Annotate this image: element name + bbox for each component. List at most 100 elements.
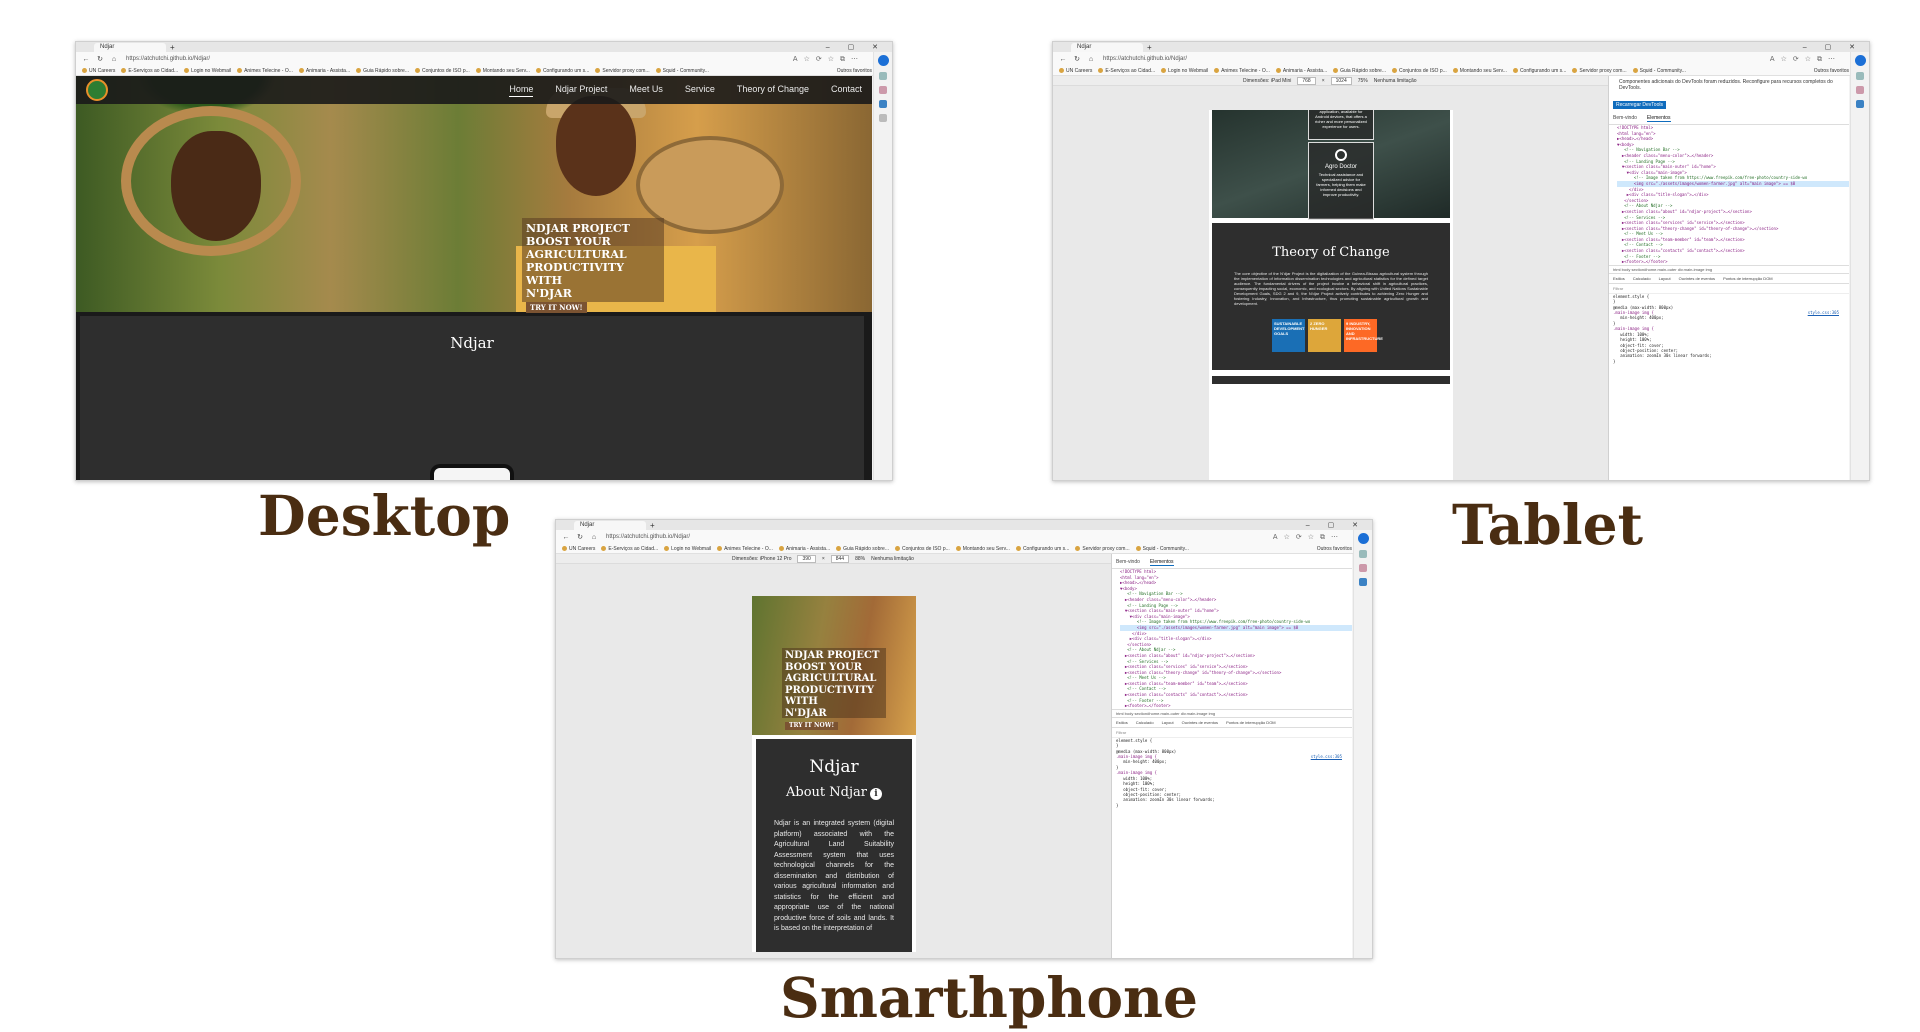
url-field[interactable]: https://atchutchi.github.io/Ndjar/	[606, 534, 690, 540]
tab-styles[interactable]: Estilos	[1613, 276, 1625, 281]
back-icon[interactable]: ←	[562, 534, 570, 541]
favorite-item[interactable]: Login no Webmail	[1161, 68, 1208, 74]
add-icon[interactable]	[879, 114, 887, 122]
back-icon[interactable]: ←	[1059, 56, 1067, 63]
zoom-select[interactable]: 88%	[855, 556, 865, 562]
tab-welcome[interactable]: Bem-vindo	[1613, 115, 1637, 122]
outlook-icon[interactable]	[879, 100, 887, 108]
search-icon[interactable]	[1856, 72, 1864, 80]
browser-tab[interactable]: Ndjar	[1071, 42, 1143, 52]
new-tab-icon[interactable]: +	[650, 521, 655, 530]
favorite-item[interactable]: Configurando um s...	[1512, 68, 1566, 74]
browser-tab[interactable]: Ndjar	[94, 42, 166, 52]
refresh-icon[interactable]: ↻	[576, 533, 584, 541]
tab-computed[interactable]: Calculado	[1633, 276, 1651, 281]
new-tab-icon[interactable]: +	[170, 43, 175, 52]
css-source-link[interactable]: style.css:305	[1311, 754, 1342, 759]
tools-icon[interactable]	[879, 86, 887, 94]
other-favorites[interactable]: Outros favoritos	[1317, 546, 1352, 552]
throttle-select[interactable]: Nenhuma limitação	[871, 556, 914, 562]
outlook-icon[interactable]	[1359, 578, 1367, 586]
styles-filter-input[interactable]: Filtrar	[1609, 284, 1849, 294]
refresh-icon[interactable]: ↻	[1073, 55, 1081, 63]
tab-event-listeners[interactable]: Ouvintes de eventos	[1182, 720, 1218, 725]
window-controls[interactable]: – ▢ ✕	[1803, 43, 1863, 51]
tab-layout[interactable]: Layout	[1659, 276, 1671, 281]
favorite-item[interactable]: Animaria - Assista...	[778, 546, 830, 552]
tab-dom-breakpoints[interactable]: Pontos de interrupção DOM	[1723, 276, 1773, 281]
favorite-item[interactable]: Squid - Community...	[1135, 546, 1189, 552]
favorite-item[interactable]: Animes Telecine - O...	[717, 546, 773, 552]
window-controls[interactable]: – ▢ ✕	[826, 43, 886, 51]
browser-tab[interactable]: Ndjar	[574, 520, 646, 530]
toolbar-icons[interactable]: A☆⟳☆⧉⋯	[1273, 533, 1344, 542]
copilot-icon[interactable]	[1854, 55, 1866, 66]
refresh-icon[interactable]: ↻	[96, 55, 104, 63]
zoom-select[interactable]: 75%	[1358, 78, 1368, 84]
tab-styles[interactable]: Estilos	[1116, 720, 1128, 725]
favorite-item[interactable]: UN Careers	[562, 546, 595, 552]
favorite-item[interactable]: E-Serviços ao Cidad...	[1098, 68, 1155, 74]
favorite-item[interactable]: UN Careers	[1059, 68, 1092, 74]
home-icon[interactable]: ⌂	[110, 56, 118, 63]
search-icon[interactable]	[1359, 550, 1367, 558]
tools-icon[interactable]	[1856, 86, 1864, 94]
back-icon[interactable]: ←	[82, 56, 90, 63]
nav-ndjar-project[interactable]: Ndjar Project	[555, 84, 607, 97]
nav-contact[interactable]: Contact	[831, 84, 862, 97]
favorite-item[interactable]: Montando seu Serv...	[475, 68, 530, 74]
dom-tree[interactable]: <!DOCTYPE html> <html lang="en"> ▶<head>…	[1609, 125, 1849, 265]
favorite-item[interactable]: Login no Webmail	[664, 546, 711, 552]
css-source-link[interactable]: style.css:305	[1808, 310, 1839, 315]
favorite-item[interactable]: Animaria - Assista...	[1275, 68, 1327, 74]
ndjar-logo[interactable]	[86, 79, 108, 101]
height-input[interactable]: 1024	[1330, 76, 1352, 85]
favorite-item[interactable]: Configurando um s...	[535, 68, 589, 74]
url-field[interactable]: https://atchutchi.github.io/Ndjar/	[1103, 56, 1187, 62]
copilot-icon[interactable]	[1357, 533, 1369, 544]
throttle-select[interactable]: Nenhuma limitação	[1374, 78, 1417, 84]
try-it-now-button[interactable]: TRY IT NOW!	[785, 722, 839, 730]
favorite-item[interactable]: Servidor proxy com...	[595, 68, 650, 74]
favorite-item[interactable]: E-Serviços ao Cidad...	[601, 546, 658, 552]
toolbar-icons[interactable]: A☆⟳☆⧉⋯	[1770, 55, 1841, 64]
favorite-item[interactable]: Servidor proxy com...	[1075, 546, 1130, 552]
width-input[interactable]: 768	[1297, 76, 1316, 85]
favorite-item[interactable]: Squid - Community...	[655, 68, 709, 74]
device-select[interactable]: Dimensões: iPhone 12 Pro	[732, 556, 791, 562]
device-select[interactable]: Dimensões: iPad Mini	[1243, 78, 1291, 84]
tab-computed[interactable]: Calculado	[1136, 720, 1154, 725]
search-icon[interactable]	[879, 72, 887, 80]
tab-event-listeners[interactable]: Ouvintes de eventos	[1679, 276, 1715, 281]
favorite-item[interactable]: Guia Rápido sobre...	[356, 68, 409, 74]
favorite-item[interactable]: Montando seu Serv...	[955, 546, 1010, 552]
favorite-item[interactable]: Squid - Community...	[1632, 68, 1686, 74]
outlook-icon[interactable]	[1856, 100, 1864, 108]
nav-theory-of-change[interactable]: Theory of Change	[737, 84, 809, 97]
nav-meet-us[interactable]: Meet Us	[629, 84, 663, 97]
styles-filter-input[interactable]: Filtrar	[1112, 728, 1352, 738]
reload-devtools-button[interactable]: Recarregar DevTools	[1613, 101, 1666, 109]
favorite-item[interactable]: Animes Telecine - O...	[1214, 68, 1270, 74]
dom-tree[interactable]: <!DOCTYPE html> <html lang="en"> ▶<head>…	[1112, 569, 1352, 709]
home-icon[interactable]: ⌂	[1087, 56, 1095, 63]
toolbar-icons[interactable]: A☆⟳☆⧉⋯	[793, 55, 864, 64]
nav-home[interactable]: Home	[509, 84, 534, 97]
tab-dom-breakpoints[interactable]: Pontos de interrupção DOM	[1226, 720, 1276, 725]
tools-icon[interactable]	[1359, 564, 1367, 572]
favorite-item[interactable]: Conjuntos de ISO p...	[414, 68, 470, 74]
tab-layout[interactable]: Layout	[1162, 720, 1174, 725]
favorite-item[interactable]: Animes Telecine - O...	[237, 68, 293, 74]
element-breadcrumb[interactable]: html body section#home.main-outer div.ma…	[1112, 708, 1352, 718]
favorite-item[interactable]: Conjuntos de ISO p...	[1391, 68, 1447, 74]
window-controls[interactable]: – ▢ ✕	[1306, 521, 1366, 529]
url-field[interactable]: https://atchutchi.github.io/Ndjar/	[126, 56, 210, 62]
favorite-item[interactable]: Guia Rápido sobre...	[1333, 68, 1386, 74]
tab-elements[interactable]: Elementos	[1646, 115, 1671, 122]
favorite-item[interactable]: Montando seu Serv...	[1452, 68, 1507, 74]
copilot-icon[interactable]	[877, 55, 889, 66]
favorite-item[interactable]: Login no Webmail	[184, 68, 231, 74]
favorite-item[interactable]: Guia Rápido sobre...	[836, 546, 889, 552]
favorite-item[interactable]: Animaria - Assista...	[298, 68, 350, 74]
height-input[interactable]: 844	[830, 554, 850, 563]
